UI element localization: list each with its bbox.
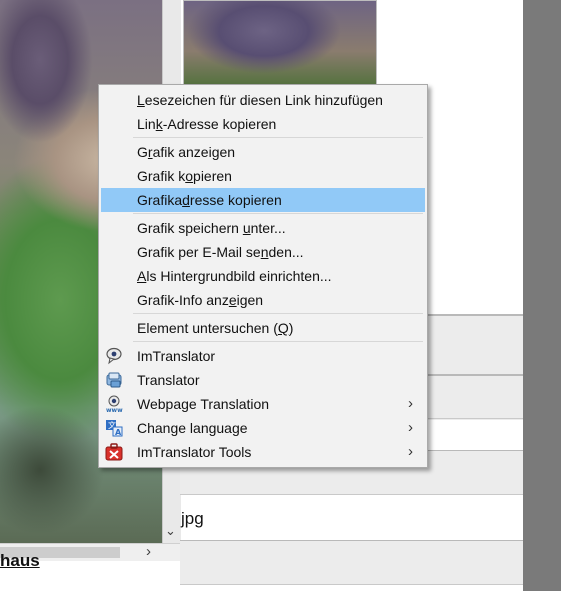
label-text: ls Hintergrundbild einrichten... (146, 268, 332, 284)
menu-item-imtranslator[interactable]: ImTranslator (101, 344, 425, 368)
menu-item-label: Link-Adresse kopieren (137, 112, 276, 136)
file-extension-text: jpg (181, 509, 204, 528)
menu-item-label: Element untersuchen (Q) (137, 316, 293, 340)
label-text: afik anzeigen (152, 144, 236, 160)
label-text: Grafika (137, 192, 183, 208)
menu-item-image-info[interactable]: Grafik-Info anzeigen (101, 288, 425, 312)
accelerator-key: n (260, 244, 269, 260)
menu-item-label: Change language (137, 416, 248, 440)
menu-item-label: Grafik-Info anzeigen (137, 288, 263, 312)
label-text: ImTranslator (137, 348, 216, 364)
label-text: Webpage Translation (137, 396, 270, 412)
menu-item-inspect-element[interactable]: Element untersuchen (Q) (101, 316, 425, 340)
accelerator-key: e (228, 292, 237, 308)
menu-item-webpage-translation[interactable]: www Webpage Translation › (101, 392, 425, 416)
label-text: G (137, 144, 148, 160)
menu-separator (133, 313, 423, 314)
right-gray-margin (523, 0, 561, 591)
label-text: Lin (137, 116, 156, 132)
label-text: Grafik speichern (137, 220, 243, 236)
menu-item-label: Grafik per E-Mail senden... (137, 240, 304, 264)
menu-item-label: Als Hintergrundbild einrichten... (137, 264, 332, 288)
speech-bubble-icon (105, 347, 123, 365)
submenu-arrow-icon: › (408, 443, 413, 460)
menu-item-copy-image-address[interactable]: Grafikadresse kopieren (101, 188, 425, 212)
menu-item-label: ImTranslator Tools (137, 440, 251, 464)
accelerator-key: Q (277, 320, 289, 336)
label-text: igen (236, 292, 264, 308)
label-text: nter... (250, 220, 286, 236)
accelerator-key: u (242, 220, 251, 236)
menu-item-translator[interactable]: Translator (101, 368, 425, 392)
globe-www-icon: www (105, 395, 123, 414)
language-swap-icon: 文A (105, 419, 123, 437)
accelerator-key: d (182, 192, 190, 208)
menu-item-email-image[interactable]: Grafik per E-Mail senden... (101, 240, 425, 264)
menu-item-save-image[interactable]: Grafik speichern unter... (101, 216, 425, 240)
label-text: pieren (193, 168, 232, 184)
right-image (183, 0, 377, 86)
menu-item-imtranslator-tools[interactable]: ImTranslator Tools › (101, 440, 425, 464)
menu-item-change-language[interactable]: 文 A Change language › (101, 416, 425, 440)
row-divider (180, 494, 523, 495)
accelerator-key: k (155, 116, 163, 132)
svg-text:www: www (106, 407, 123, 413)
scroll-right-icon[interactable]: › (146, 544, 151, 559)
menu-item-label: Lesezeichen für diesen Link hinzufügen (137, 88, 383, 112)
context-menu: Lesezeichen für diesen Link hinzufügen Li… (98, 84, 428, 468)
table-row (180, 540, 523, 585)
label-text: resse kopieren (189, 192, 282, 208)
label-text: Element untersuchen ( (137, 320, 278, 336)
scroll-down-icon[interactable]: ⌄ (165, 524, 176, 538)
menu-separator (133, 213, 423, 214)
menu-item-label: Grafikadresse kopieren (137, 188, 282, 212)
menu-item-label: Webpage Translation (137, 392, 269, 416)
accelerator-key: o (185, 168, 194, 184)
translator-window-icon (105, 371, 123, 389)
menu-item-label: Grafik speichern unter... (137, 216, 286, 240)
menu-item-copy-image[interactable]: Grafik kopieren (101, 164, 425, 188)
menu-separator (133, 137, 423, 138)
bottom-link[interactable]: haus (0, 551, 40, 571)
accelerator-key: L (137, 92, 145, 108)
menu-separator (133, 341, 423, 342)
menu-item-view-image[interactable]: Grafik anzeigen (101, 140, 425, 164)
menu-item-add-bookmark[interactable]: Lesezeichen für diesen Link hinzufügen (101, 88, 425, 112)
menu-item-label: Grafik kopieren (137, 164, 232, 188)
label-text: den... (268, 244, 304, 260)
menu-item-set-background[interactable]: Als Hintergrundbild einrichten... (101, 264, 425, 288)
submenu-arrow-icon: › (408, 419, 413, 436)
submenu-arrow-icon: › (408, 395, 413, 412)
label-text: Grafik k (137, 168, 186, 184)
label-text: Translator (137, 372, 200, 388)
toolbox-icon (105, 443, 123, 461)
label-text: esezeichen für diesen Link hinzufügen (144, 92, 383, 108)
label-text: Change language (137, 420, 248, 436)
label-text: ImTranslator Tools (137, 444, 252, 460)
accelerator-key: A (137, 268, 147, 284)
row-divider (180, 584, 523, 585)
menu-item-label: ImTranslator (137, 344, 215, 368)
label-text: ) (288, 320, 294, 336)
menu-item-label: Grafik anzeigen (137, 140, 235, 164)
svg-text:A: A (115, 428, 122, 437)
label-text: Grafik per E-Mail se (137, 244, 261, 260)
label-text: Grafik-Info anz (137, 292, 229, 308)
label-text: -Adresse kopieren (162, 116, 277, 132)
menu-item-copy-link[interactable]: Link-Adresse kopieren (101, 112, 425, 136)
menu-item-label: Translator (137, 368, 200, 392)
